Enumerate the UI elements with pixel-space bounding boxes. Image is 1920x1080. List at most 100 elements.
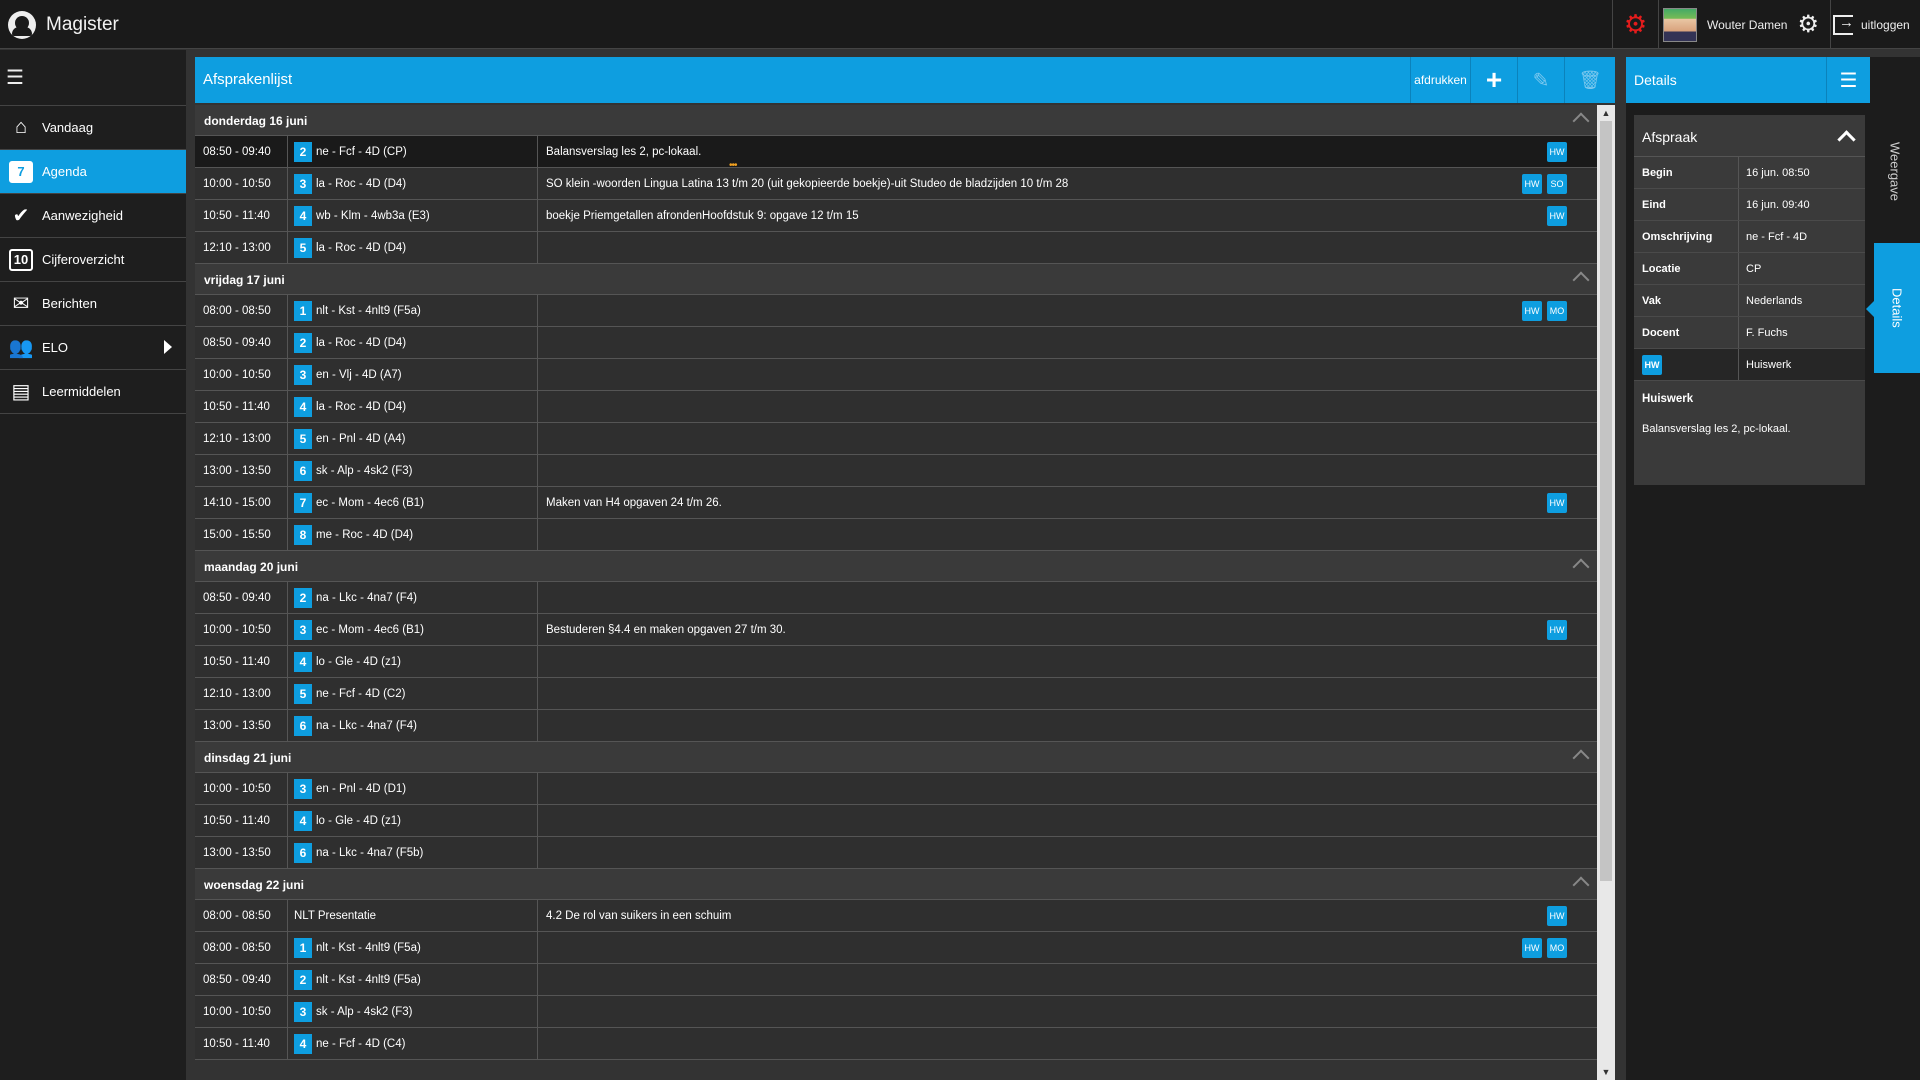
info-badge: HW	[1547, 620, 1567, 640]
appointment-time: 10:50 - 11:40	[195, 391, 288, 422]
day-label: donderdag 16 juni	[204, 114, 308, 128]
appointment-description	[538, 1028, 1597, 1059]
collapse-details-button[interactable]: ☰	[1826, 57, 1870, 103]
appointment-row[interactable]: 14:10 - 15:00 7 ec - Mom - 4ec6 (B1) Maken …	[195, 487, 1597, 519]
app-logo[interactable]: Magister	[8, 10, 119, 40]
homework-title: Huiswerk	[1642, 393, 1694, 405]
appointment-description	[538, 582, 1597, 613]
appointment-row[interactable]: 10:00 - 10:50 3 la - Roc - 4D (D4) SO klein…	[195, 168, 1597, 200]
add-button[interactable]: +	[1470, 57, 1517, 103]
day-header[interactable]: maandag 20 juni	[195, 551, 1597, 582]
scroll-down-icon[interactable]: ▼	[1601, 1067, 1611, 1077]
appointment-row[interactable]: 13:00 - 13:50 6 na - Lkc - 4na7 (F4)	[195, 710, 1597, 742]
check-icon: ✔	[12, 205, 30, 227]
chevron-up-icon[interactable]	[1572, 558, 1590, 576]
logout-label: uitloggen	[1861, 17, 1910, 32]
appointment-row[interactable]: 10:00 - 10:50 3 en - Vlj - 4D (A7)	[195, 359, 1597, 391]
appointment-badges: HW SO	[1517, 174, 1567, 194]
tab-label: Details	[1889, 288, 1905, 328]
appointment-row[interactable]: 08:00 - 08:50 1 nlt - Kst - 4nlt9 (F5a) HW M…	[195, 295, 1597, 327]
appointment-row[interactable]: 10:50 - 11:40 4 la - Roc - 4D (D4)	[195, 391, 1597, 423]
detail-row-eind: Eind 16 jun. 09:40	[1634, 189, 1865, 221]
gear-icon[interactable]: ⚙	[1797, 10, 1819, 39]
books-icon: ▤	[11, 381, 31, 403]
appointment-row[interactable]: 12:10 - 13:00 5 en - Pnl - 4D (A4)	[195, 423, 1597, 455]
appointment-row[interactable]: 08:50 - 09:40 2 nlt - Kst - 4nlt9 (F5a)	[195, 964, 1597, 996]
delete-button[interactable]: 🗑	[1564, 57, 1615, 103]
day-header[interactable]: dinsdag 21 juni	[195, 742, 1597, 773]
sidebar-item-vandaag[interactable]: ⌂ Vandaag	[0, 106, 186, 150]
lesson-name: la - Roc - 4D (D4)	[316, 336, 407, 349]
appointment-lesson-cell: 3 ec - Mom - 4ec6 (B1)	[288, 614, 538, 645]
sidebar: ☰ ⌂ Vandaag 7 Agenda ✔ Aanwezigheid 10 C…	[0, 50, 186, 1080]
chevron-up-icon[interactable]	[1572, 876, 1590, 894]
appointment-lesson-cell: 4 lo - Gle - 4D (z1)	[288, 646, 538, 677]
detail-key: Eind	[1634, 189, 1739, 220]
scroll-up-icon[interactable]: ▲	[1601, 108, 1611, 118]
chevron-up-icon[interactable]	[1572, 271, 1590, 289]
card-header[interactable]: Afspraak	[1634, 115, 1865, 157]
appointment-description	[538, 773, 1597, 804]
collapse-menu-button[interactable]: ☰	[0, 50, 186, 106]
appointment-row[interactable]: 12:10 - 13:00 5 la - Roc - 4D (D4)	[195, 232, 1597, 264]
chevron-up-icon[interactable]	[1572, 112, 1590, 130]
appointment-row[interactable]: 08:50 - 09:40 2 la - Roc - 4D (D4)	[195, 327, 1597, 359]
info-badge: MO	[1547, 301, 1567, 321]
sidebar-item-berichten[interactable]: ✉ Berichten	[0, 282, 186, 326]
day-header[interactable]: woensdag 22 juni	[195, 869, 1597, 900]
info-badge: MO	[1547, 938, 1567, 958]
sidebar-item-cijferoverzicht[interactable]: 10 Cijferoverzicht	[0, 238, 186, 282]
tab-details[interactable]: Details	[1866, 243, 1920, 373]
sidebar-item-label: Cijferoverzicht	[42, 252, 125, 267]
detail-value: Nederlands	[1746, 294, 1803, 307]
appointment-row[interactable]: 08:50 - 09:40 2 na - Lkc - 4na7 (F4)	[195, 582, 1597, 614]
appointment-description	[538, 646, 1597, 677]
user-menu[interactable]: Wouter Damen ⚙	[1658, 0, 1830, 49]
appointment-row[interactable]: 10:50 - 11:40 4 wb - Klm - 4wb3a (E3) boekj…	[195, 200, 1597, 232]
info-badge: HW	[1522, 938, 1542, 958]
sidebar-item-leermiddelen[interactable]: ▤ Leermiddelen	[0, 370, 186, 414]
appointment-description	[538, 391, 1597, 422]
appointment-row[interactable]: 08:00 - 08:50 NLT Presentatie 4.2 De rol v…	[195, 900, 1597, 932]
appointment-row[interactable]: 10:50 - 11:40 4 lo - Gle - 4D (z1)	[195, 646, 1597, 678]
appointment-row[interactable]: 10:50 - 11:40 4 lo - Gle - 4D (z1)	[195, 805, 1597, 837]
scrollbar[interactable]: ▲ ▼	[1597, 105, 1615, 1080]
appointment-row[interactable]: 15:00 - 15:50 8 me - Roc - 4D (D4)	[195, 519, 1597, 551]
edit-button[interactable]: ✎	[1517, 57, 1564, 103]
appointment-row[interactable]: 10:00 - 10:50 3 en - Pnl - 4D (D1)	[195, 773, 1597, 805]
chevron-up-icon[interactable]	[1572, 749, 1590, 767]
tab-weergave[interactable]: Weergave	[1870, 102, 1920, 242]
alert-settings-button[interactable]: ⚙	[1612, 0, 1658, 49]
appointment-description	[538, 837, 1597, 868]
appointment-row[interactable]: 10:50 - 11:40 4 ne - Fcf - 4D (C4)	[195, 1028, 1597, 1060]
sidebar-item-label: Vandaag	[42, 120, 94, 135]
appointment-row[interactable]: 10:00 - 10:50 3 ec - Mom - 4ec6 (B1) Bestud…	[195, 614, 1597, 646]
appointment-lesson-cell: 3 la - Roc - 4D (D4)	[288, 168, 538, 199]
day-header[interactable]: vrijdag 17 juni	[195, 264, 1597, 295]
lesson-name: en - Pnl - 4D (A4)	[316, 432, 406, 445]
appointment-row[interactable]: 08:00 - 08:50 1 nlt - Kst - 4nlt9 (F5a) HW M…	[195, 932, 1597, 964]
appointment-row[interactable]: 13:00 - 13:50 6 sk - Alp - 4sk2 (F3)	[195, 455, 1597, 487]
lesson-hour-badge: 1	[294, 300, 312, 321]
appointment-row[interactable]: 10:00 - 10:50 3 sk - Alp - 4sk2 (F3)	[195, 996, 1597, 1028]
sidebar-item-label: ELO	[42, 340, 69, 355]
day-header[interactable]: donderdag 16 juni	[195, 105, 1597, 136]
appointment-row[interactable]: 08:50 - 09:40 2 ne - Fcf - 4D (CP) Balansve…	[195, 136, 1597, 171]
scrollbar-thumb[interactable]	[1600, 121, 1612, 881]
lesson-name: la - Roc - 4D (D4)	[316, 177, 407, 190]
appointment-description	[538, 455, 1597, 486]
sidebar-item-agenda[interactable]: 7 Agenda	[0, 150, 186, 194]
chevron-up-icon[interactable]	[1837, 130, 1856, 149]
appointment-lesson-cell: NLT Presentatie	[288, 900, 538, 931]
appointment-row[interactable]: 13:00 - 13:50 6 na - Lkc - 4na7 (F5b)	[195, 837, 1597, 869]
detail-value: 16 jun. 09:40	[1746, 198, 1810, 211]
sidebar-item-elo[interactable]: 👥 ELO	[0, 326, 186, 370]
appointment-description: Bestuderen §4.4 en maken opgaven 27 t/m …	[546, 623, 786, 636]
appointment-lesson-cell: 4 la - Roc - 4D (D4)	[288, 391, 538, 422]
logout-button[interactable]: uitloggen	[1830, 0, 1920, 49]
appointment-row[interactable]: 12:10 - 13:00 5 ne - Fcf - 4D (C2)	[195, 678, 1597, 710]
appointment-description	[538, 232, 1597, 263]
sidebar-item-aanwezigheid[interactable]: ✔ Aanwezigheid	[0, 194, 186, 238]
day-label: woensdag 22 juni	[204, 878, 305, 892]
print-button[interactable]: afdrukken	[1410, 57, 1470, 103]
